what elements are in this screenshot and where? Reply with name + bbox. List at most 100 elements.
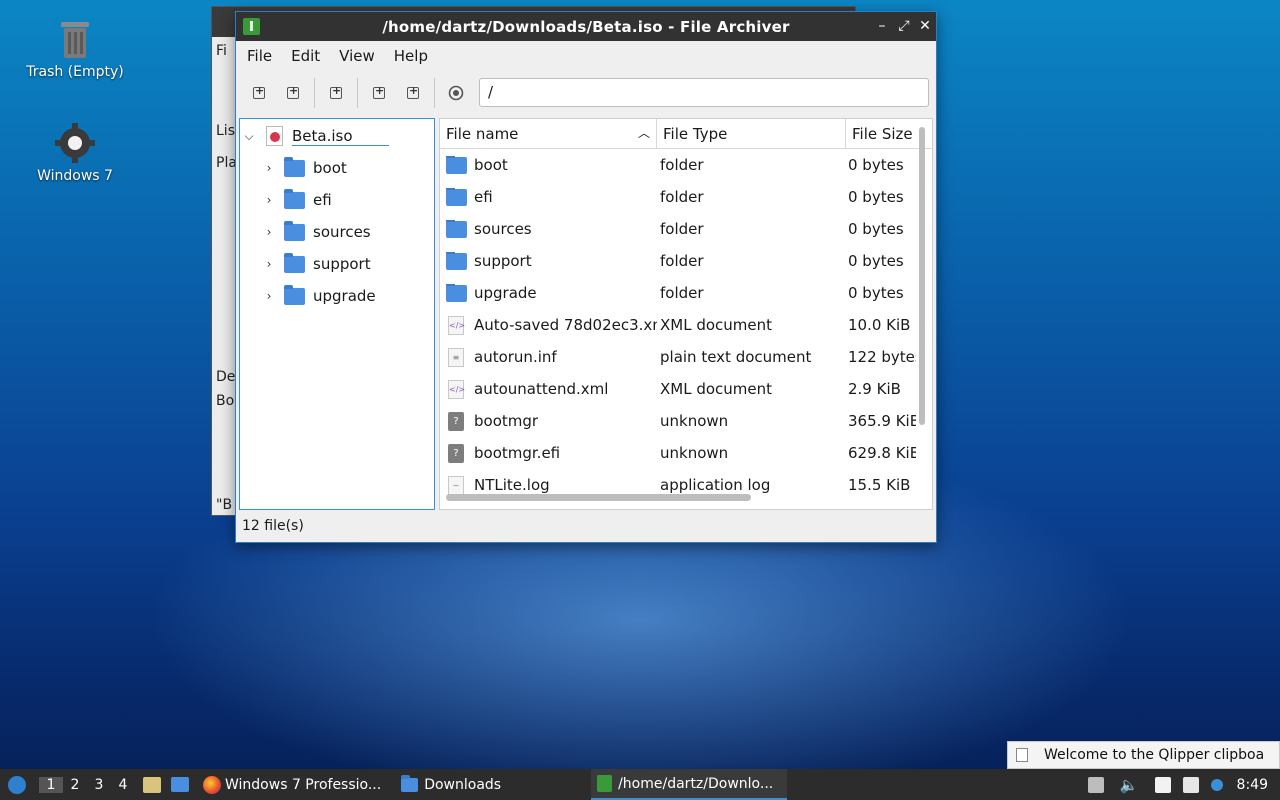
column-header-name[interactable]: File name ︿: [440, 119, 657, 148]
file-type: folder: [660, 284, 704, 302]
open-archive-button[interactable]: [278, 78, 308, 108]
workspace-1[interactable]: 1: [39, 776, 63, 793]
file-row[interactable]: sources folder 0 bytes: [440, 213, 932, 245]
notification-badge-icon[interactable]: [1210, 778, 1223, 791]
column-header-label: File Type: [663, 124, 728, 143]
stop-button[interactable]: [441, 78, 471, 108]
volume-icon[interactable]: 🔈: [1120, 776, 1139, 794]
folder-icon: [284, 252, 305, 273]
task-downloads[interactable]: Downloads: [395, 769, 507, 800]
file-type: application log: [660, 476, 771, 494]
file-list[interactable]: File name ︿ File Type File Size boot fol…: [439, 118, 933, 510]
task-label: Windows 7 Professio...: [225, 776, 382, 793]
column-header-size[interactable]: File Size: [846, 119, 918, 148]
file-row[interactable]: ? bootmgr.efi unknown 629.8 KiB: [440, 437, 932, 469]
desktop-icon-windows7[interactable]: Windows 7: [20, 122, 130, 184]
close-button[interactable]: ✕: [917, 18, 933, 34]
chevron-down-icon[interactable]: ⌵: [242, 129, 256, 144]
chevron-right-icon[interactable]: ›: [262, 225, 276, 239]
minimize-button[interactable]: –: [874, 18, 890, 34]
add-files-button[interactable]: [364, 78, 394, 108]
show-desktop-icon[interactable]: [143, 776, 161, 793]
chevron-right-icon[interactable]: ›: [262, 257, 276, 271]
workspace-3[interactable]: 3: [87, 777, 111, 793]
vertical-scrollbar[interactable]: [919, 127, 925, 425]
file-manager-launcher-icon[interactable]: [171, 777, 189, 792]
menu-edit[interactable]: Edit: [284, 47, 332, 65]
file-type: XML document: [660, 316, 773, 334]
workspace-4[interactable]: 4: [111, 777, 135, 793]
tree-item-sources[interactable]: › sources: [262, 217, 371, 247]
clipboard-tray-icon[interactable]: [1154, 776, 1171, 793]
horizontal-scrollbar[interactable]: [446, 494, 751, 501]
file-type: folder: [660, 156, 704, 174]
folder-tree[interactable]: ⌵ Beta.iso › boot › efi › sources › supp…: [239, 118, 435, 510]
task-file-archiver[interactable]: /home/dartz/Downlo...: [591, 769, 788, 800]
chevron-right-icon[interactable]: ›: [262, 193, 276, 207]
file-size: 0 bytes: [848, 284, 904, 302]
file-row[interactable]: </> Auto-saved 78d02ec3.xml XML document …: [440, 309, 932, 341]
network-icon[interactable]: [1182, 776, 1199, 793]
window-title: /home/dartz/Downloads/Beta.iso - File Ar…: [382, 17, 790, 36]
chevron-right-icon[interactable]: ›: [262, 161, 276, 175]
clock[interactable]: 8:49: [1237, 777, 1268, 793]
folder-icon: [446, 252, 467, 270]
column-header-type[interactable]: File Type: [657, 119, 846, 148]
tree-item-label: Beta.iso: [292, 127, 389, 146]
window-titlebar[interactable]: /home/dartz/Downloads/Beta.iso - File Ar…: [236, 12, 936, 41]
file-name: NTLite.log: [474, 476, 550, 494]
xml-file-icon: </>: [448, 379, 465, 399]
folder-icon: [446, 156, 467, 174]
bg-text-fragment: Lis: [216, 123, 235, 139]
file-row[interactable]: upgrade folder 0 bytes: [440, 277, 932, 309]
tree-item-support[interactable]: › support: [262, 249, 371, 279]
desktop-icon-label: Windows 7: [37, 168, 113, 184]
disc-image-icon: [266, 126, 283, 146]
file-row[interactable]: ≡ autorun.inf plain text document 122 byt…: [440, 341, 932, 373]
menu-help[interactable]: Help: [387, 47, 440, 65]
location-input[interactable]: /: [479, 78, 929, 107]
archiver-icon: [243, 18, 260, 35]
add-file-icon: [373, 84, 385, 99]
firefox-icon: [203, 775, 221, 794]
status-bar: 12 file(s): [242, 518, 304, 534]
folder-icon: [284, 284, 305, 305]
file-size: 0 bytes: [848, 252, 904, 270]
extract-button[interactable]: [321, 78, 351, 108]
app-menu-icon: [8, 775, 26, 794]
maximize-button[interactable]: ⤢: [896, 18, 912, 34]
bg-text-fragment: Bo: [216, 393, 235, 409]
bg-text-fragment: De: [216, 369, 236, 385]
file-type: unknown: [660, 412, 729, 430]
extract-icon: [330, 84, 342, 99]
file-row[interactable]: boot folder 0 bytes: [440, 149, 932, 181]
clipboard-notification[interactable]: Welcome to the Qlipper clipboa: [1007, 741, 1280, 769]
file-row[interactable]: </> autounattend.xml XML document 2.9 KiB: [440, 373, 932, 405]
menu-file[interactable]: File: [240, 47, 284, 65]
tray-expand-icon[interactable]: [1087, 776, 1104, 793]
file-row[interactable]: ? bootmgr unknown 365.9 KiB: [440, 405, 932, 437]
task-firefox[interactable]: Windows 7 Professio...: [197, 769, 387, 800]
folder-icon: [284, 220, 305, 241]
file-archiver-window[interactable]: /home/dartz/Downloads/Beta.iso - File Ar…: [235, 11, 937, 543]
start-menu-button[interactable]: [3, 771, 31, 799]
file-type: plain text document: [660, 348, 812, 366]
desktop-icon-trash[interactable]: Trash (Empty): [20, 18, 130, 80]
tree-item-label: efi: [313, 191, 332, 209]
file-row[interactable]: efi folder 0 bytes: [440, 181, 932, 213]
file-size: 10.0 KiB: [848, 316, 911, 334]
tree-item-upgrade[interactable]: › upgrade: [262, 281, 376, 311]
tree-item-root[interactable]: ⌵ Beta.iso: [242, 121, 389, 151]
toolbar-separator: [314, 78, 315, 108]
column-header-label: File name: [446, 124, 519, 143]
tree-item-boot[interactable]: › boot: [262, 153, 347, 183]
tree-item-efi[interactable]: › efi: [262, 185, 332, 215]
workspace-2[interactable]: 2: [63, 777, 87, 793]
toolbar-separator: [434, 78, 435, 108]
menu-view[interactable]: View: [332, 47, 387, 65]
add-folder-button[interactable]: [398, 78, 428, 108]
file-row[interactable]: support folder 0 bytes: [440, 245, 932, 277]
chevron-right-icon[interactable]: ›: [262, 289, 276, 303]
new-archive-button[interactable]: [244, 78, 274, 108]
tree-item-label: support: [313, 255, 371, 273]
